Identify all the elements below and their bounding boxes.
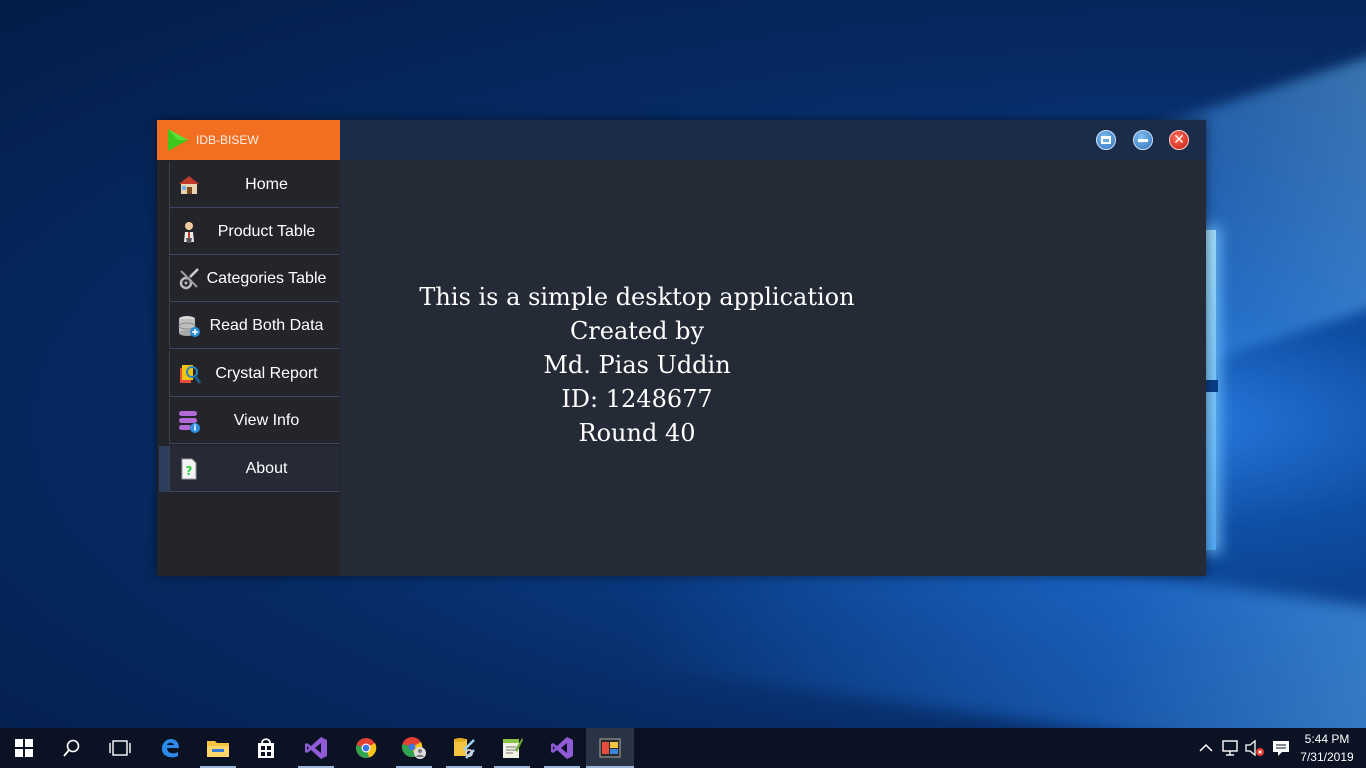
search-icon [63, 739, 80, 757]
chrome-profile-icon [402, 737, 426, 759]
info-line-author: Md. Pias Uddin [543, 351, 731, 379]
sidebar-item-home[interactable]: Home [169, 162, 339, 208]
info-line-round: Round 40 [578, 419, 696, 447]
taskbar-app-running[interactable] [586, 728, 634, 768]
help-document-icon: ? [176, 456, 202, 482]
info-text-block: This is a simple desktop application Cre… [180, 280, 1094, 450]
main-content: This is a simple desktop application Cre… [340, 160, 1206, 576]
house-icon [176, 172, 202, 198]
app-window: IDB-BISEW ✕ Home Product Table Categorie… [157, 120, 1206, 576]
minimize-icon [1138, 138, 1148, 142]
taskbar-app-file-explorer[interactable] [194, 728, 242, 768]
chevron-up-icon[interactable] [1196, 738, 1216, 758]
person-icon [176, 219, 202, 245]
start-icon [15, 739, 33, 757]
svg-text:?: ? [186, 464, 193, 478]
system-clock[interactable]: 5:44 PM 7/31/2019 [1292, 730, 1362, 766]
taskbar-app-chrome-profile[interactable] [390, 728, 438, 768]
info-line-id: ID: 1248677 [561, 385, 713, 413]
notifications-icon[interactable] [1270, 738, 1292, 758]
sidebar-item-label: Product Table [217, 222, 316, 240]
info-line-created-by: Created by [569, 317, 705, 345]
taskbar-app-sql-tools[interactable] [440, 728, 488, 768]
taskbar-app-visual-studio-2[interactable] [538, 728, 586, 768]
taskbar-app-chrome[interactable] [342, 728, 390, 768]
taskbar: 5:44 PM 7/31/2019 [0, 728, 1366, 768]
notepad-plus-icon [503, 738, 523, 758]
chrome-icon [356, 738, 377, 758]
start-button[interactable] [0, 728, 48, 768]
file-explorer-icon [207, 741, 229, 757]
store-icon [258, 738, 274, 758]
info-line-description: This is a simple desktop application [419, 283, 855, 311]
sidebar-item-about[interactable]: ? About [169, 446, 339, 492]
sidebar-item-label: About [245, 459, 288, 477]
play-logo-icon [168, 129, 188, 151]
visual-studio-2-icon [551, 737, 573, 759]
system-tray [1196, 728, 1292, 768]
clock-time: 5:44 PM [1304, 732, 1350, 746]
task-view-icon [109, 740, 131, 756]
taskbar-app-notepad-plus[interactable] [488, 728, 536, 768]
minimize-button[interactable] [1133, 130, 1153, 150]
close-icon: ✕ [1173, 132, 1185, 148]
network-icon[interactable] [1220, 738, 1242, 758]
search-button[interactable] [48, 728, 96, 768]
sql-tools-icon [454, 738, 475, 759]
brand-bar: IDB-BISEW [157, 120, 340, 160]
clock-date: 7/31/2019 [1300, 750, 1354, 764]
taskbar-app-visual-studio[interactable] [292, 728, 340, 768]
visual-studio-icon [305, 737, 327, 759]
sidebar-item-product-table[interactable]: Product Table [169, 209, 339, 255]
title-bar[interactable]: ✕ [340, 120, 1206, 160]
edge-icon [162, 739, 179, 758]
sidebar-item-label: Home [245, 175, 288, 193]
restore-button[interactable] [1096, 130, 1116, 150]
app-running-icon [599, 738, 621, 758]
close-button[interactable]: ✕ [1169, 130, 1189, 150]
taskbar-app-store[interactable] [242, 728, 290, 768]
active-indicator [159, 446, 169, 492]
app-title: IDB-BISEW [196, 133, 259, 147]
task-view-button[interactable] [96, 728, 144, 768]
restore-icon [1101, 136, 1111, 144]
taskbar-app-edge[interactable] [146, 728, 194, 768]
volume-muted-icon[interactable] [1244, 738, 1266, 758]
